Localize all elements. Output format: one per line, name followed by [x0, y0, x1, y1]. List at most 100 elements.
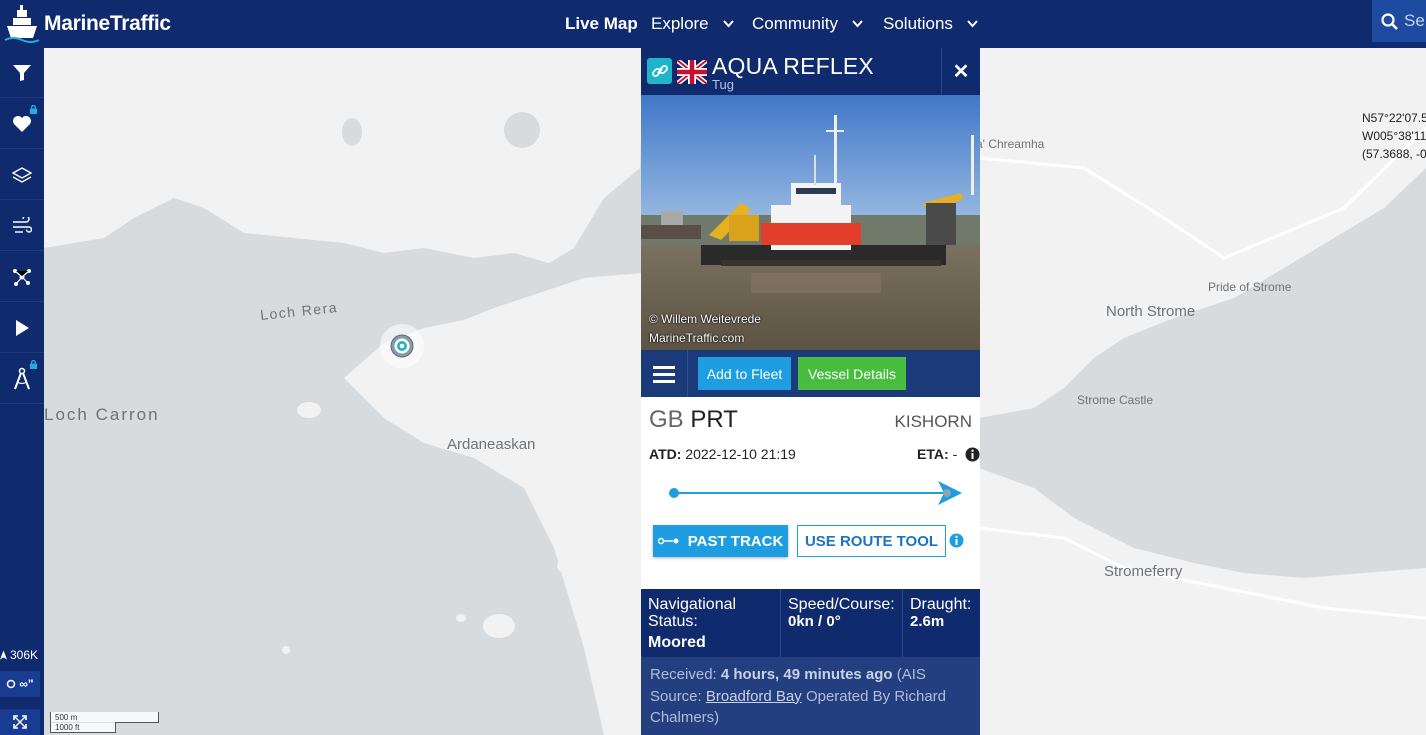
logo[interactable]: MarineTraffic [0, 0, 171, 48]
lock-icon [29, 360, 38, 369]
search-placeholder: Se [1404, 11, 1425, 30]
speed-course-value: 0kn / 0° [788, 613, 841, 630]
close-panel-button[interactable]: ✕ [941, 48, 980, 95]
uk-flag-icon [677, 60, 707, 84]
measure-button[interactable] [0, 354, 44, 404]
vessel-count-icon [0, 650, 7, 660]
density-label: ∞" [19, 677, 34, 691]
playback-button[interactable] [0, 303, 44, 353]
track-icon [657, 537, 679, 545]
chevron-down-icon [967, 20, 978, 28]
brand-name: MarineTraffic [44, 12, 171, 35]
scale-imperial: 1000 ft [50, 722, 116, 733]
ship-logo-icon [0, 0, 44, 48]
nav-live-map[interactable]: Live Map [565, 0, 638, 48]
top-navbar: MarineTraffic Live Map Explore Community… [0, 0, 1426, 48]
expand-icon [13, 715, 27, 729]
vessel-marker[interactable] [380, 324, 424, 368]
past-track-button[interactable]: PAST TRACK [653, 525, 788, 557]
filter-icon [13, 64, 31, 81]
cursor-coordinates: N57°22'07.5 W005°38'11 (57.3688, -0 [1362, 109, 1426, 163]
voyage-ports: GB PRT KISHORN [649, 406, 972, 434]
vessel-count-value: 306K [9, 648, 38, 662]
received-value: 4 hours, 49 minutes ago [720, 666, 893, 683]
received-info: Received: 4 hours, 49 minutes ago (AIS S… [641, 657, 980, 735]
use-route-tool-button[interactable]: USE ROUTE TOOL [797, 525, 946, 557]
photo-credit-author: © Willem Weitevrede [649, 312, 761, 326]
network-button[interactable] [0, 252, 44, 302]
draught-label: Draught: [910, 596, 972, 613]
atd-label: ATD: [649, 446, 682, 462]
eta-info: ETA: - [917, 446, 980, 462]
vessel-info-panel: AQUA REFLEX Tug ✕ © Willem Weitevrede Ma… [641, 48, 980, 735]
nav-solutions-label: Solutions [883, 14, 953, 33]
fullscreen-button[interactable] [0, 709, 40, 735]
coord-lat: N57°22'07.5 [1362, 111, 1426, 125]
atd-info: ATD: 2022-12-10 21:19 [649, 446, 796, 462]
map-label-pride-of-strome: Pride of Strome [1208, 280, 1292, 294]
departure-country: GB [649, 406, 684, 433]
coord-decimal: (57.3688, -0 [1362, 147, 1426, 161]
draught-cell: Draught: 2.6m [903, 589, 980, 657]
map-scale: 500 m 1000 ft [50, 712, 159, 733]
map-label-ardaneaskan: Ardaneaskan [447, 436, 536, 453]
target-icon [390, 334, 414, 358]
nav-status-label: Navigational Status: [648, 596, 737, 630]
vessel-status-bar: Navigational Status: Moored Speed/Course… [641, 589, 980, 657]
search-icon [1381, 12, 1398, 30]
voyage-origin-dot [669, 488, 679, 498]
departure-port-code: PRT [690, 406, 738, 433]
weather-button[interactable] [0, 201, 44, 251]
vessel-name: AQUA REFLEX [712, 53, 874, 79]
layers-button[interactable] [0, 150, 44, 200]
weather-icon [13, 216, 32, 233]
play-icon [16, 319, 29, 336]
ais-source-link[interactable]: Broadford Bay [706, 688, 802, 705]
density-toggle[interactable]: ∞" [0, 671, 40, 697]
vessel-panel-header: AQUA REFLEX Tug ✕ [641, 48, 980, 95]
network-icon [13, 268, 31, 286]
route-info-icon[interactable] [949, 533, 964, 548]
photo-credit-site: MarineTraffic.com [649, 331, 745, 345]
map-label-strome-castle: Strome Castle [1077, 393, 1154, 407]
heart-icon [13, 115, 31, 132]
search-input[interactable]: Se [1372, 0, 1426, 42]
left-sidebar: 306K ∞" [0, 48, 44, 735]
favorites-button[interactable] [0, 99, 44, 149]
nav-status-cell: Navigational Status: Moored [641, 589, 781, 657]
nav-status-value: Moored [648, 634, 706, 651]
destination-port[interactable]: KISHORN [895, 412, 972, 432]
filter-button[interactable] [0, 48, 44, 98]
voyage-progress-line [673, 492, 955, 494]
hamburger-icon [653, 365, 675, 383]
map-label-stromeferry: Stromeferry [1104, 563, 1183, 580]
vessel-details-button[interactable]: Vessel Details [798, 357, 906, 390]
compass-measure-icon [14, 367, 30, 389]
eta-value: - [952, 446, 958, 462]
nav-community[interactable]: Community [752, 0, 863, 48]
coord-lon: W005°38'11 [1362, 129, 1426, 143]
voyage-progress-arrow-icon [938, 481, 962, 505]
share-link-button[interactable] [647, 58, 672, 84]
atd-value: 2022-12-10 21:19 [685, 446, 796, 462]
past-track-label: PAST TRACK [687, 532, 784, 550]
speed-course-cell: Speed/Course: 0kn / 0° [781, 589, 903, 657]
departure-port[interactable]: GB PRT [649, 406, 738, 433]
nav-live-map-label: Live Map [565, 14, 638, 33]
add-to-fleet-button[interactable]: Add to Fleet [698, 357, 791, 390]
vessel-action-bar: Add to Fleet Vessel Details [641, 350, 980, 397]
chevron-down-icon [852, 20, 863, 28]
layers-icon [12, 166, 32, 183]
close-icon: ✕ [952, 61, 970, 83]
map-label-north-strome: North Strome [1106, 303, 1196, 320]
map-label-chreamha: a' Chreamha [976, 137, 1045, 151]
received-label: Received: [650, 666, 717, 683]
vessel-type: Tug [712, 77, 734, 92]
nav-explore[interactable]: Explore [651, 0, 734, 48]
vessel-menu-button[interactable] [641, 350, 688, 397]
vessel-photo[interactable]: © Willem Weitevrede MarineTraffic.com [641, 95, 980, 350]
nav-solutions[interactable]: Solutions [883, 0, 978, 48]
eta-label: ETA: [917, 446, 949, 462]
lock-icon [29, 105, 38, 114]
info-icon[interactable] [965, 447, 980, 462]
